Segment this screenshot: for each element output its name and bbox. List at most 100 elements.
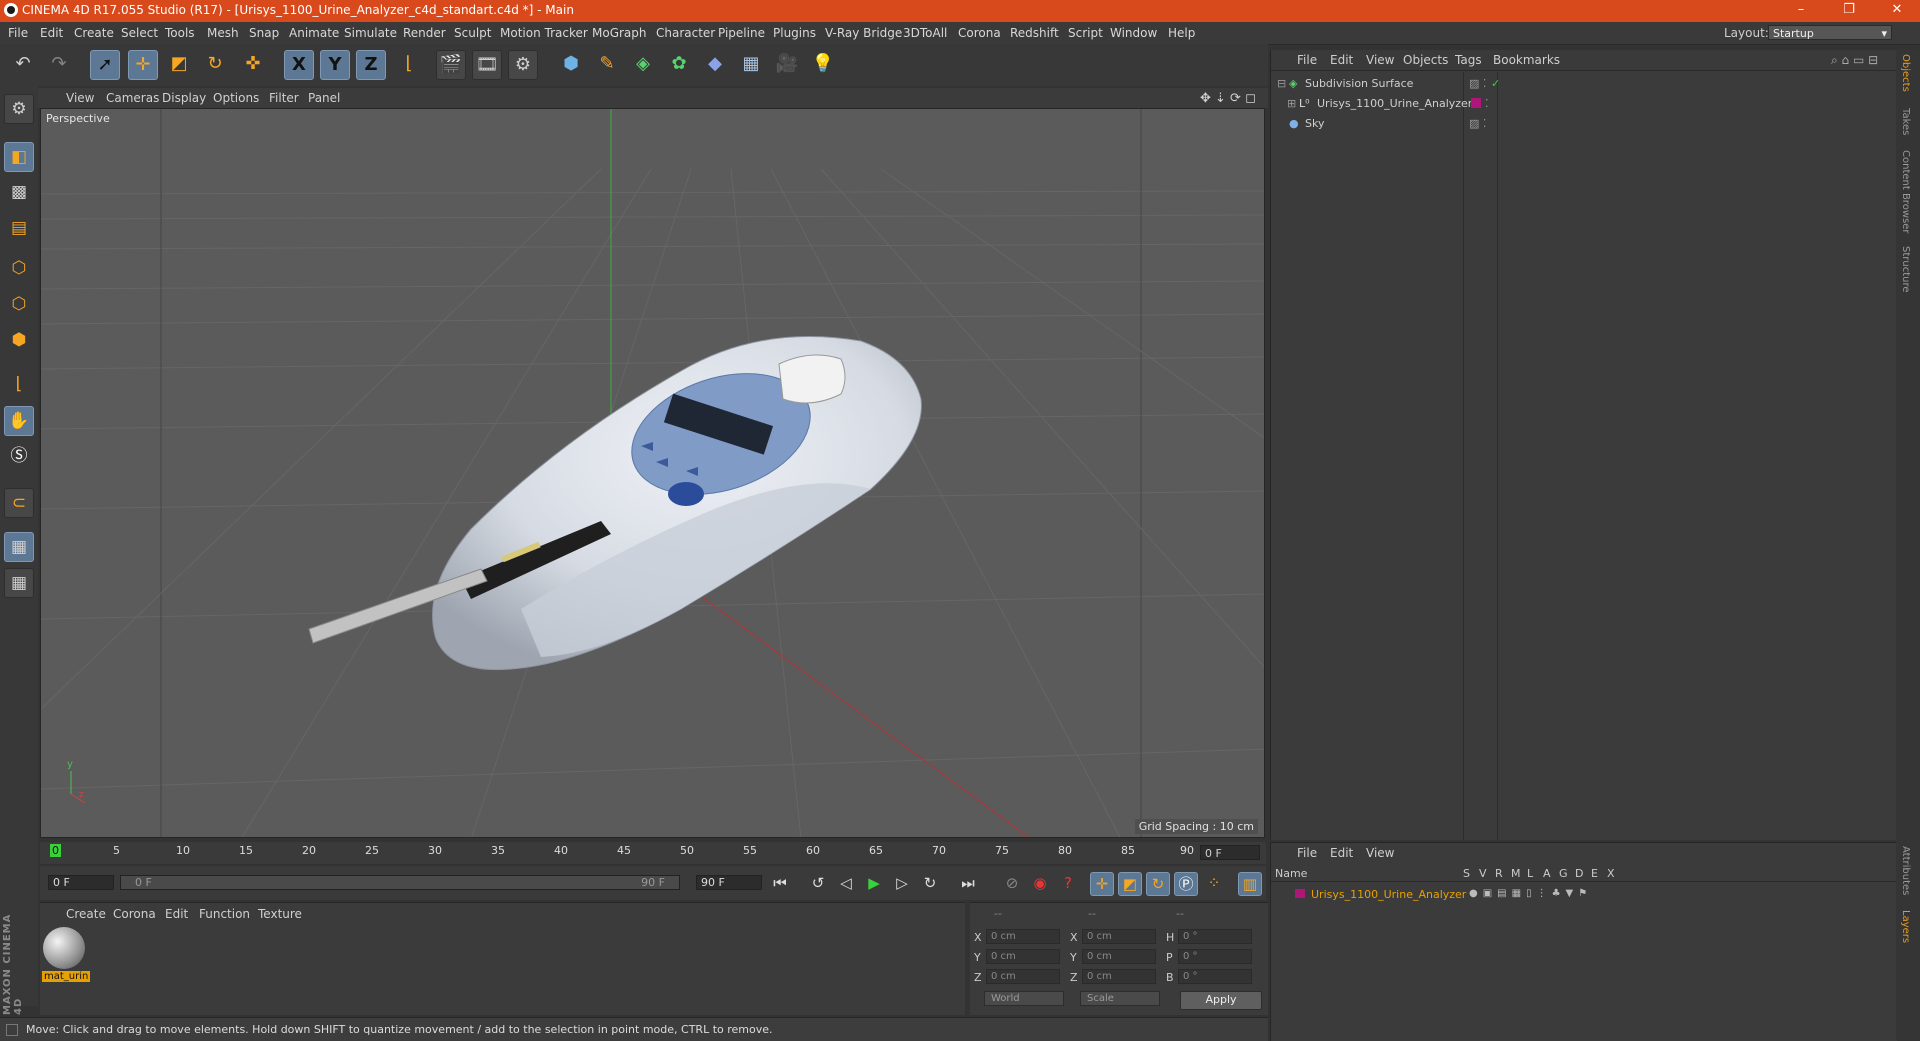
- playhead-marker[interactable]: 0: [50, 844, 61, 857]
- urisys-analyzer-model[interactable]: [308, 336, 922, 671]
- layer-name[interactable]: Urisys_1100_Urine_Analyzer: [1311, 888, 1466, 901]
- expand-icon[interactable]: ⊞: [1287, 97, 1296, 110]
- render-picture-viewer-icon[interactable]: 🎞: [472, 50, 502, 80]
- frame-range-slider[interactable]: 0 F 90 F: [120, 875, 680, 890]
- size-x-field[interactable]: 0 cm: [1082, 929, 1156, 944]
- lm-menu-file[interactable]: File: [1297, 846, 1317, 860]
- record-keys-icon[interactable]: ⊘: [1000, 872, 1024, 896]
- viewport-menu-filter[interactable]: Filter: [269, 91, 299, 105]
- om-menu-view[interactable]: View: [1366, 53, 1394, 67]
- lm-menu-edit[interactable]: Edit: [1330, 846, 1353, 860]
- y-axis-icon[interactable]: Y: [320, 50, 350, 80]
- menu-select[interactable]: Select: [121, 26, 158, 40]
- tab-layers[interactable]: Layers: [1900, 910, 1911, 943]
- position-z-field[interactable]: 0 cm: [986, 969, 1060, 984]
- cloner-icon[interactable]: ✿: [664, 50, 694, 80]
- key-parameter-icon[interactable]: Ⓟ: [1174, 872, 1198, 896]
- rotation-h-field[interactable]: 0 °: [1178, 929, 1252, 944]
- visibility-dots-icon[interactable]: ▨ ⁚: [1469, 77, 1486, 90]
- texture-mode-icon[interactable]: ▩: [4, 178, 34, 208]
- magnet-icon[interactable]: ⊂: [4, 488, 34, 518]
- current-frame-field[interactable]: 0 F: [1200, 845, 1260, 860]
- rotation-b-field[interactable]: 0 °: [1178, 969, 1252, 984]
- planar-workplane-icon[interactable]: ▦: [4, 568, 34, 598]
- object-name[interactable]: Urisys_1100_Urine_Analyzer: [1317, 97, 1472, 110]
- viewport-menu-options[interactable]: Options: [213, 91, 259, 105]
- material-name-label[interactable]: mat_urin: [42, 971, 91, 982]
- tab-takes[interactable]: Takes: [1900, 108, 1911, 135]
- close-button[interactable]: ✕: [1874, 0, 1920, 22]
- menu-character[interactable]: Character: [656, 26, 715, 40]
- coordinate-system-icon[interactable]: ⌊: [394, 50, 424, 80]
- menu-create[interactable]: Create: [74, 26, 114, 40]
- model-mode-icon[interactable]: ◧: [4, 142, 34, 172]
- menu-animate[interactable]: Animate: [289, 26, 339, 40]
- om-menu-file[interactable]: File: [1297, 53, 1317, 67]
- render-view-icon[interactable]: 🎬: [436, 50, 466, 80]
- cube-icon[interactable]: ⬢: [556, 50, 586, 80]
- tweak-mode-icon[interactable]: ✋: [4, 406, 34, 436]
- light-icon[interactable]: 💡: [808, 50, 838, 80]
- layer-row[interactable]: Urisys_1100_Urine_Analyzer ●▣▤▦▯⋮♣▼⚑: [1271, 885, 1897, 903]
- layer-color-swatch[interactable]: [1471, 98, 1481, 108]
- key-scale-icon[interactable]: ◩: [1118, 872, 1142, 896]
- viewport-menu-display[interactable]: Display: [162, 91, 206, 105]
- om-menu-tags[interactable]: Tags: [1455, 53, 1482, 67]
- material-menu-texture[interactable]: Texture: [258, 907, 302, 921]
- next-key-icon[interactable]: ↻: [918, 872, 942, 896]
- edit-render-settings-icon[interactable]: ⚙: [508, 50, 538, 80]
- move-icon[interactable]: ✛: [128, 50, 158, 80]
- menu-tools[interactable]: Tools: [165, 26, 195, 40]
- object-row-subdivision-surface[interactable]: ⊟ ◈ Subdivision Surface ▨ ⁚ ✓: [1271, 74, 1897, 92]
- menu-corona[interactable]: Corona: [958, 26, 1001, 40]
- start-frame-field[interactable]: 0 F: [48, 875, 114, 890]
- redo-icon[interactable]: ↷: [44, 50, 74, 80]
- minimize-button[interactable]: –: [1778, 0, 1824, 22]
- material-menu-create[interactable]: Create: [66, 907, 106, 921]
- menu-motion-tracker[interactable]: Motion Tracker: [500, 26, 588, 40]
- menu-script[interactable]: Script: [1068, 26, 1103, 40]
- timeline-ruler[interactable]: 0 5 10 15 20 25 30 35 40 45 50 55 60 65 …: [40, 842, 1266, 864]
- live-select-icon[interactable]: ✜: [238, 50, 268, 80]
- om-menu-objects[interactable]: Objects: [1403, 53, 1448, 67]
- maximize-button[interactable]: ❐: [1826, 0, 1872, 22]
- material-menu-function[interactable]: Function: [199, 907, 250, 921]
- position-x-field[interactable]: 0 cm: [986, 929, 1060, 944]
- perspective-viewport[interactable]: y z Perspective Grid Spacing : 10 cm: [40, 108, 1265, 838]
- workplane-icon[interactable]: ▤: [4, 214, 34, 244]
- om-menu-edit[interactable]: Edit: [1330, 53, 1353, 67]
- object-row-sky[interactable]: ● Sky ▨ ⁚: [1271, 114, 1897, 132]
- rotate-icon[interactable]: ↻: [200, 50, 230, 80]
- points-mode-icon[interactable]: ⬡: [4, 254, 34, 284]
- menu-simulate[interactable]: Simulate: [344, 26, 397, 40]
- scale-icon[interactable]: ◩: [164, 50, 194, 80]
- enabled-check-icon[interactable]: ✓: [1491, 77, 1500, 90]
- key-position-icon[interactable]: ✛: [1090, 872, 1114, 896]
- om-search-icon[interactable]: ⌕ ⌂ ▭ ⊟: [1831, 53, 1878, 68]
- key-rotation-icon[interactable]: ↻: [1146, 872, 1170, 896]
- menu-help[interactable]: Help: [1168, 26, 1195, 40]
- timeline-window-icon[interactable]: ▥: [1238, 872, 1262, 896]
- menu-sculpt[interactable]: Sculpt: [454, 26, 491, 40]
- visibility-dots-icon[interactable]: ▨ ⁚: [1469, 117, 1486, 130]
- keyframe-selection-icon[interactable]: ?: [1056, 872, 1080, 896]
- locked-workplane-icon[interactable]: ▦: [4, 532, 34, 562]
- layer-color-swatch[interactable]: [1295, 889, 1305, 898]
- polygons-mode-icon[interactable]: ⬢: [4, 326, 34, 356]
- menu-pipeline[interactable]: Pipeline: [718, 26, 765, 40]
- menu-file[interactable]: File: [8, 26, 28, 40]
- snap-icon[interactable]: Ⓢ: [4, 442, 34, 472]
- key-pla-icon[interactable]: ⁘: [1202, 872, 1226, 896]
- menu-render[interactable]: Render: [403, 26, 446, 40]
- go-to-end-icon[interactable]: ⏭: [956, 872, 980, 896]
- material-menu-corona[interactable]: Corona: [113, 907, 156, 921]
- viewport-menu-panel[interactable]: Panel: [308, 91, 340, 105]
- previous-key-icon[interactable]: ↺: [806, 872, 830, 896]
- floor-icon[interactable]: ▦: [736, 50, 766, 80]
- visibility-dots-icon[interactable]: ⁚: [1485, 97, 1489, 110]
- spline-pen-icon[interactable]: ✎: [592, 50, 622, 80]
- subdivision-icon[interactable]: ◈: [628, 50, 658, 80]
- layer-toggle-icons[interactable]: ●▣▤▦▯⋮♣▼⚑: [1469, 888, 1592, 899]
- go-to-start-icon[interactable]: ⏮: [768, 872, 792, 896]
- lm-menu-view[interactable]: View: [1366, 846, 1394, 860]
